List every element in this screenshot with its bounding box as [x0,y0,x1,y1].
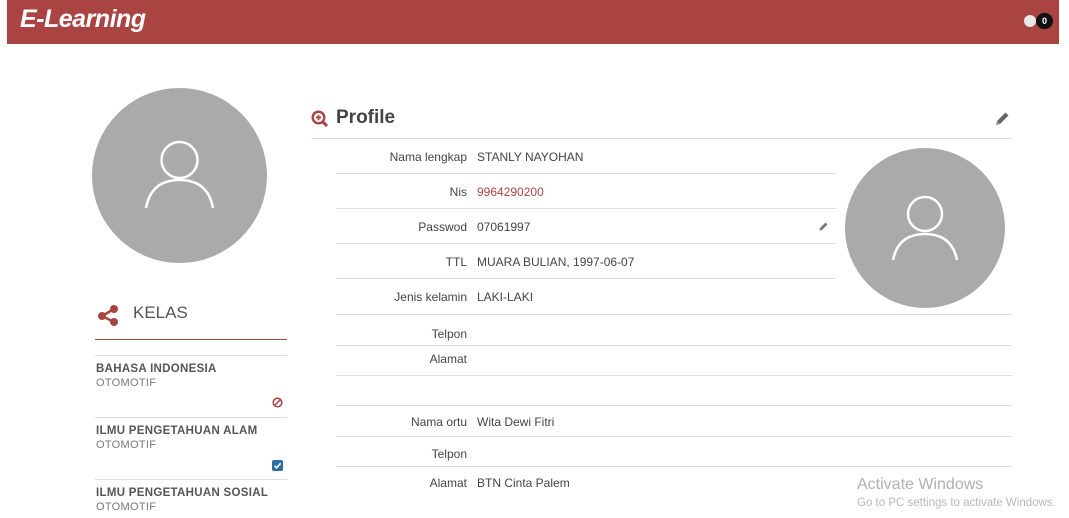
field-value: LAKI-LAKI [477,290,534,304]
profile-row: Nama lengkap STANLY NAYOHAN [336,139,836,174]
brand-logo[interactable]: E-Learning [20,5,146,34]
class-major: OTOMOTIF [96,439,157,451]
class-name[interactable]: BAHASA INDONESIA [96,363,217,375]
class-major: OTOMOTIF [96,501,157,513]
class-name[interactable]: ILMU PENGETAHUAN SOSIAL [96,487,268,499]
field-label: Telpon [431,327,467,341]
profile-row: Nis 9964290200 [336,174,836,209]
field-label: Telpon [431,447,467,461]
field-value: 07061997 [477,220,531,234]
field-label: Alamat [429,476,467,490]
field-label: Alamat [429,352,467,366]
profile-row: Nama ortu Wita Dewi Fitri [336,406,1012,437]
notification-badge[interactable]: 0 [1036,13,1053,29]
field-value: BTN Cinta Palem [477,476,570,490]
field-label: Nis [449,185,467,199]
kelas-section-header: KELAS [95,300,287,340]
profile-row: TTL MUARA BULIAN, 1997-06-07 [336,244,836,279]
checkbox-checked-icon[interactable] [272,460,283,471]
share-icon [98,305,118,326]
kelas-title: KELAS [133,303,188,322]
avatar [92,88,267,263]
profile-avatar [845,148,1005,308]
field-value: STANLY NAYOHAN [477,150,584,164]
class-major: OTOMOTIF [96,377,157,389]
globe-icon[interactable] [1024,15,1036,27]
class-name[interactable]: ILMU PENGETAHUAN ALAM [96,425,258,437]
ban-icon[interactable] [272,397,283,408]
field-value: MUARA BULIAN, 1997-06-07 [477,255,635,269]
field-label: TTL [445,255,467,269]
profile-row: Alamat BTN Cinta Palem [336,467,836,507]
list-item[interactable]: ILMU PENGETAHUAN ALAM OTOMOTIF [95,417,287,479]
activate-windows-title: Activate Windows [857,476,984,493]
user-icon [144,140,215,209]
field-label: Nama lengkap [389,150,467,164]
profile-row: Alamat [336,346,1012,376]
list-item[interactable]: ILMU PENGETAHUAN SOSIAL OTOMOTIF [95,479,287,518]
profile-row: Telpon [336,437,1012,467]
field-value: Wita Dewi Fitri [477,415,555,429]
pencil-icon[interactable] [993,110,1011,128]
profile-row [336,376,1012,406]
page-title: Profile [336,107,396,128]
profile-row: Telpon [336,315,1012,346]
field-label: Nama ortu [410,415,467,429]
pencil-icon[interactable] [818,221,829,232]
field-label: Jenis kelamin [394,290,467,304]
activate-windows-subtitle: Go to PC settings to activate Windows. [857,497,1056,509]
field-value: 9964290200 [477,185,544,199]
zoom-in-icon [311,110,329,128]
field-label: Passwod [418,220,467,234]
list-item[interactable]: BAHASA INDONESIA OTOMOTIF [95,355,287,417]
profile-row: Passwod 07061997 [336,209,836,244]
top-navbar: E-Learning 0 [7,0,1059,44]
user-icon [891,195,959,261]
